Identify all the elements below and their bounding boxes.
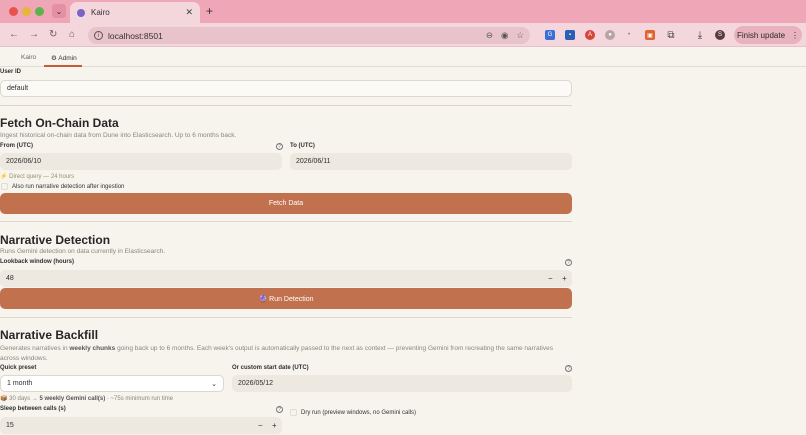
tab-admin[interactable]: ⚙ Admin bbox=[51, 54, 77, 62]
section-divider bbox=[0, 317, 572, 318]
narrative-after-ingest-label: Also run narrative detection after inges… bbox=[12, 184, 125, 190]
help-circle-icon[interactable]: ? bbox=[276, 406, 283, 413]
finish-update-button[interactable]: Finish update ⋮ bbox=[734, 26, 802, 44]
sleep-label: Sleep between calls (s) bbox=[0, 406, 66, 412]
fetch-data-label: Fetch Data bbox=[268, 200, 304, 207]
custom-start-input[interactable]: 2026/05/12 bbox=[232, 375, 572, 392]
home-icon[interactable]: ⌂ bbox=[69, 29, 75, 40]
quick-preset-select[interactable]: 1 month ⌄ bbox=[0, 375, 224, 392]
extension-orange-icon[interactable]: ▣ bbox=[645, 30, 655, 40]
from-date-input[interactable]: 2026/06/10 bbox=[0, 153, 282, 170]
fetch-data-button[interactable]: Fetch Data bbox=[0, 193, 572, 214]
backfill-description-bold: weekly chunks bbox=[69, 345, 116, 352]
back-arrow-icon[interactable]: ← bbox=[9, 29, 19, 40]
zoom-icon[interactable]: ⊖ bbox=[486, 30, 493, 41]
backfill-summary-post: · ~75s minimum run time bbox=[105, 396, 174, 402]
minimize-window-button[interactable] bbox=[22, 7, 31, 16]
forward-arrow-icon[interactable]: → bbox=[29, 29, 39, 40]
lookback-decrement-button[interactable]: − bbox=[548, 274, 553, 283]
backfill-description: Generates narratives in weekly chunks go… bbox=[0, 344, 560, 364]
user-id-input[interactable]: default bbox=[0, 80, 572, 97]
bookmark-star-icon[interactable]: ☆ bbox=[516, 30, 524, 41]
help-circle-icon[interactable]: ? bbox=[565, 259, 572, 266]
close-window-button[interactable] bbox=[9, 7, 18, 16]
custom-start-label: Or custom start date (UTC) bbox=[232, 365, 309, 371]
active-tab-indicator bbox=[44, 65, 82, 67]
url-text[interactable]: localhost:8501 bbox=[108, 31, 478, 41]
kebab-menu-icon: ⋮ bbox=[791, 30, 800, 40]
backfill-summary: 📦 30 days → 5 weekly Gemini call(s) · ~7… bbox=[0, 395, 173, 402]
reload-icon[interactable]: ↻ bbox=[49, 29, 57, 40]
backfill-summary-bold: 5 weekly Gemini call(s) bbox=[39, 396, 106, 402]
section-divider bbox=[0, 105, 572, 106]
detection-description: Runs Gemini detection on data currently … bbox=[0, 248, 166, 255]
fetch-section-title: Fetch On-Chain Data bbox=[0, 116, 119, 130]
tab-close-icon[interactable]: ✕ bbox=[185, 7, 193, 18]
backfill-section-title: Narrative Backfill bbox=[0, 328, 99, 342]
dry-run-checkbox[interactable] bbox=[290, 409, 297, 416]
user-id-label: User ID bbox=[0, 69, 22, 75]
browser-tab-bar: ⌄ Kairo ✕ + bbox=[0, 0, 806, 23]
section-divider bbox=[0, 221, 572, 222]
run-detection-button[interactable]: 🔮 Run Detection bbox=[0, 288, 572, 309]
chevron-down-icon: ⌄ bbox=[211, 380, 217, 388]
extension-dot-icon[interactable]: • bbox=[624, 30, 634, 40]
lookback-increment-button[interactable]: + bbox=[562, 274, 567, 283]
sleep-input[interactable]: 15 bbox=[0, 417, 282, 434]
new-tab-button[interactable]: + bbox=[206, 4, 213, 18]
extension-gray-icon[interactable]: ● bbox=[605, 30, 615, 40]
quick-preset-value: 1 month bbox=[7, 380, 33, 387]
download-icon[interactable]: ⤓ bbox=[695, 30, 705, 41]
backfill-summary-pre: 📦 30 days → bbox=[0, 396, 40, 402]
tab-search-chevron-icon[interactable]: ⌄ bbox=[52, 4, 66, 18]
from-date-label: From (UTC) bbox=[0, 143, 33, 149]
direct-query-note: ⚡ Direct query — 24 hours bbox=[0, 174, 75, 180]
sleep-value[interactable]: 15 bbox=[6, 422, 14, 429]
lookback-value[interactable]: 48 bbox=[6, 275, 14, 282]
lookback-input[interactable]: 48 bbox=[0, 270, 572, 287]
help-circle-icon[interactable]: ? bbox=[276, 143, 283, 150]
help-circle-icon[interactable]: ? bbox=[565, 365, 572, 372]
detection-section-title: Narrative Detection bbox=[0, 233, 111, 247]
run-detection-label: 🔮 Run Detection bbox=[258, 295, 314, 303]
quick-preset-label: Quick preset bbox=[0, 365, 37, 371]
browser-tab[interactable]: Kairo ✕ bbox=[70, 2, 200, 23]
finish-update-label: Finish update bbox=[736, 30, 786, 40]
to-date-input[interactable]: 2026/06/11 bbox=[290, 153, 572, 170]
to-date-label: To (UTC) bbox=[290, 143, 315, 149]
kairo-favicon-icon bbox=[77, 8, 85, 17]
fetch-description: Ingest historical on-chain data from Dun… bbox=[0, 132, 237, 139]
tab-title: Kairo bbox=[91, 8, 110, 17]
lookback-label: Lookback window (hours) bbox=[0, 259, 75, 265]
browser-toolbar: ← → ↻ ⌂ i localhost:8501 ⊖ ◉ ☆ G ▪ A ● •… bbox=[0, 23, 806, 47]
sleep-increment-button[interactable]: + bbox=[272, 421, 277, 430]
app-tabs: Kairo ⚙ Admin bbox=[0, 48, 806, 67]
tab-kairo[interactable]: Kairo bbox=[21, 54, 36, 61]
profile-avatar[interactable]: S bbox=[715, 30, 725, 40]
sleep-decrement-button[interactable]: − bbox=[258, 421, 263, 430]
backfill-description-pre: Generates narratives in bbox=[0, 345, 70, 352]
address-bar[interactable]: i localhost:8501 ⊖ ◉ ☆ bbox=[88, 27, 530, 44]
extensions-puzzle-icon[interactable]: ⧉ bbox=[666, 30, 676, 41]
extension-blue-icon[interactable]: ▪ bbox=[565, 30, 575, 40]
narrative-after-ingest-checkbox[interactable] bbox=[1, 183, 8, 190]
adblock-extension-icon[interactable]: A bbox=[585, 30, 595, 40]
maximize-window-button[interactable] bbox=[35, 7, 44, 16]
translate-extension-icon[interactable]: G bbox=[545, 30, 555, 40]
eye-icon[interactable]: ◉ bbox=[501, 30, 508, 41]
dry-run-label: Dry run (preview windows, no Gemini call… bbox=[301, 410, 417, 416]
site-info-icon[interactable]: i bbox=[94, 31, 103, 40]
